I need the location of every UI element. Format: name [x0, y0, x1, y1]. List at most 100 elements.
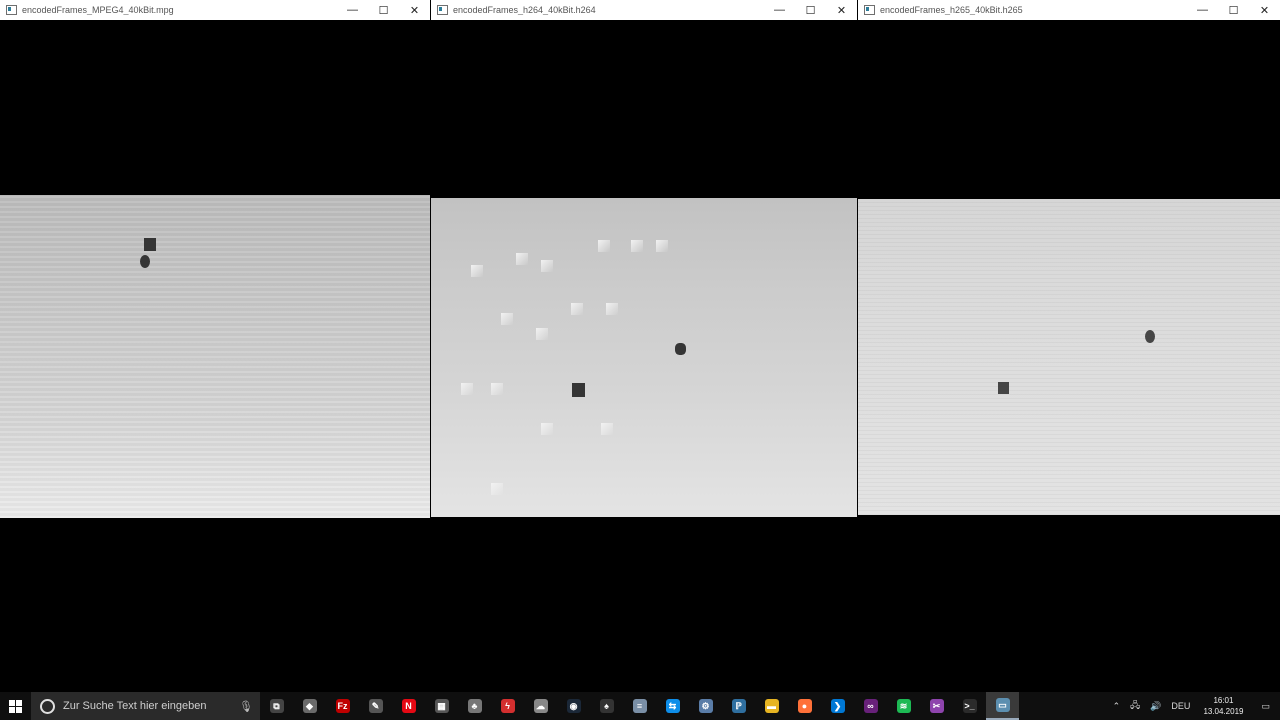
taskbar-app-button[interactable]: ϟ — [491, 692, 524, 720]
system-tray: ⌃ 🖧 🔊 DEU 16:01 13.04.2019 ▭ — [1108, 692, 1280, 720]
taskbar-app-button[interactable]: ⧉ — [260, 692, 293, 720]
spotify-icon: ≋ — [896, 699, 911, 713]
taskbar-app-button[interactable]: ⇆ — [656, 692, 689, 720]
window-title: encodedFrames_MPEG4_40kBit.mpg — [22, 5, 174, 15]
cloud-app-icon: ☁ — [533, 699, 548, 713]
artifact — [606, 303, 618, 315]
artifact — [491, 383, 503, 395]
video-window-h265[interactable]: encodedFrames_h265_40kBit.h265 — ☐ ✕ — [858, 0, 1280, 692]
taskbar-app-button[interactable]: ♣ — [458, 692, 491, 720]
artifact — [536, 328, 548, 340]
clock-time: 16:01 — [1213, 696, 1234, 705]
minimize-button[interactable]: — — [337, 0, 368, 20]
window-title: encodedFrames_h264_40kBit.h264 — [453, 5, 596, 15]
artifact — [541, 423, 553, 435]
language-indicator[interactable]: DEU — [1166, 701, 1195, 711]
taskbar-app-button[interactable]: ▦ — [425, 692, 458, 720]
visual-studio-icon: ∞ — [863, 699, 878, 713]
close-button[interactable]: ✕ — [399, 0, 430, 20]
notepad-icon: ≡ — [632, 699, 647, 713]
firefox-icon: ● — [797, 699, 812, 713]
artifact — [461, 383, 473, 395]
network-icon[interactable]: 🖧 — [1125, 698, 1145, 714]
taskbar-app-button[interactable]: N — [392, 692, 425, 720]
minimize-button[interactable]: — — [764, 0, 795, 20]
python-icon: ℙ — [731, 699, 746, 713]
netflix-icon: N — [401, 699, 416, 713]
artifact — [541, 260, 553, 272]
window-app-icon — [6, 5, 17, 15]
taskbar-app-button[interactable]: ☁ — [524, 692, 557, 720]
filezilla-icon: Fz — [335, 699, 350, 713]
taskbar-app-button[interactable]: Fz — [326, 692, 359, 720]
cortana-icon — [40, 698, 55, 714]
flash-icon: ϟ — [500, 699, 515, 713]
round-object — [1145, 330, 1155, 343]
microphone-icon[interactable]: 🎙 — [238, 700, 254, 713]
calculator-icon: ▦ — [434, 699, 449, 713]
artifact — [571, 303, 583, 315]
round-object — [140, 255, 150, 268]
artifact — [516, 253, 528, 265]
video-window-h264[interactable]: encodedFrames_h264_40kBit.h264 — ☐ ✕ — [431, 0, 857, 692]
video-window-mpeg4[interactable]: encodedFrames_MPEG4_40kBit.mpg — ☐ ✕ — [0, 0, 430, 692]
maximize-button[interactable]: ☐ — [795, 0, 826, 20]
windows-logo-icon — [9, 699, 22, 713]
volume-icon[interactable]: 🔊 — [1145, 701, 1166, 712]
square-object — [572, 383, 585, 397]
teamviewer-icon: ⇆ — [665, 699, 680, 713]
artifact — [471, 265, 483, 277]
artifact — [491, 483, 503, 495]
taskbar: Zur Suche Text hier eingeben 🎙 ⧉ ◆ Fz ✎ N ▦ ♣ ϟ… — [0, 692, 1280, 720]
clock-date: 13.04.2019 — [1203, 707, 1244, 716]
round-object — [675, 343, 686, 355]
taskbar-search-box[interactable]: Zur Suche Text hier eingeben 🎙 — [31, 692, 260, 720]
square-object — [998, 382, 1009, 394]
notification-icon[interactable]: ▭ — [1251, 701, 1280, 712]
window-title: encodedFrames_h265_40kBit.h265 — [880, 5, 1023, 15]
taskbar-app-button[interactable]: ◉ — [557, 692, 590, 720]
taskbar-app-button[interactable]: ✂ — [920, 692, 953, 720]
maximize-button[interactable]: ☐ — [368, 0, 399, 20]
taskbar-app-button[interactable]: ◆ — [293, 692, 326, 720]
title-bar[interactable]: encodedFrames_MPEG4_40kBit.mpg — ☐ ✕ — [0, 0, 430, 20]
search-placeholder: Zur Suche Text hier eingeben — [63, 700, 207, 712]
artifact — [501, 313, 513, 325]
taskbar-app-button[interactable]: ≡ — [623, 692, 656, 720]
taskbar-app-button[interactable]: ⚙ — [689, 692, 722, 720]
snipping-tool-icon: ✂ — [929, 699, 944, 713]
taskbar-app-button[interactable]: ● — [788, 692, 821, 720]
video-frame — [0, 195, 430, 518]
window-app-icon — [437, 5, 448, 15]
minimize-button[interactable]: — — [1187, 0, 1218, 20]
close-button[interactable]: ✕ — [826, 0, 857, 20]
clock[interactable]: 16:01 13.04.2019 — [1195, 695, 1251, 717]
taskbar-app-button[interactable]: ∞ — [854, 692, 887, 720]
taskbar-app-button[interactable]: ♠ — [590, 692, 623, 720]
taskbar-app-button[interactable]: ℙ — [722, 692, 755, 720]
title-bar[interactable]: encodedFrames_h265_40kBit.h265 — ☐ ✕ — [858, 0, 1280, 20]
taskbar-app-button[interactable]: >_ — [953, 692, 986, 720]
close-button[interactable]: ✕ — [1249, 0, 1280, 20]
active-window-icon: ▭ — [995, 698, 1010, 712]
artifact — [656, 240, 668, 252]
file-explorer-icon: ▬ — [764, 699, 779, 713]
artifact — [598, 240, 610, 252]
taskbar-app-button[interactable]: ▬ — [755, 692, 788, 720]
cards-icon: ♠ — [599, 699, 614, 713]
title-bar[interactable]: encodedFrames_h264_40kBit.h264 — ☐ ✕ — [431, 0, 857, 20]
taskbar-app-button[interactable]: ✎ — [359, 692, 392, 720]
start-button[interactable] — [0, 692, 31, 720]
chevron-up-icon[interactable]: ⌃ — [1108, 701, 1126, 712]
terminal-icon: >_ — [962, 699, 977, 713]
task-view-icon: ⧉ — [269, 699, 284, 713]
artifact — [601, 423, 613, 435]
git-icon: ◆ — [302, 699, 317, 713]
steam-icon: ◉ — [566, 699, 581, 713]
taskbar-app-button[interactable]: ❯ — [821, 692, 854, 720]
taskbar-app-button[interactable]: ≋ — [887, 692, 920, 720]
video-frame — [858, 199, 1280, 515]
maximize-button[interactable]: ☐ — [1218, 0, 1249, 20]
taskbar-app-button[interactable]: ▭ — [986, 692, 1019, 720]
video-frame — [431, 198, 857, 517]
